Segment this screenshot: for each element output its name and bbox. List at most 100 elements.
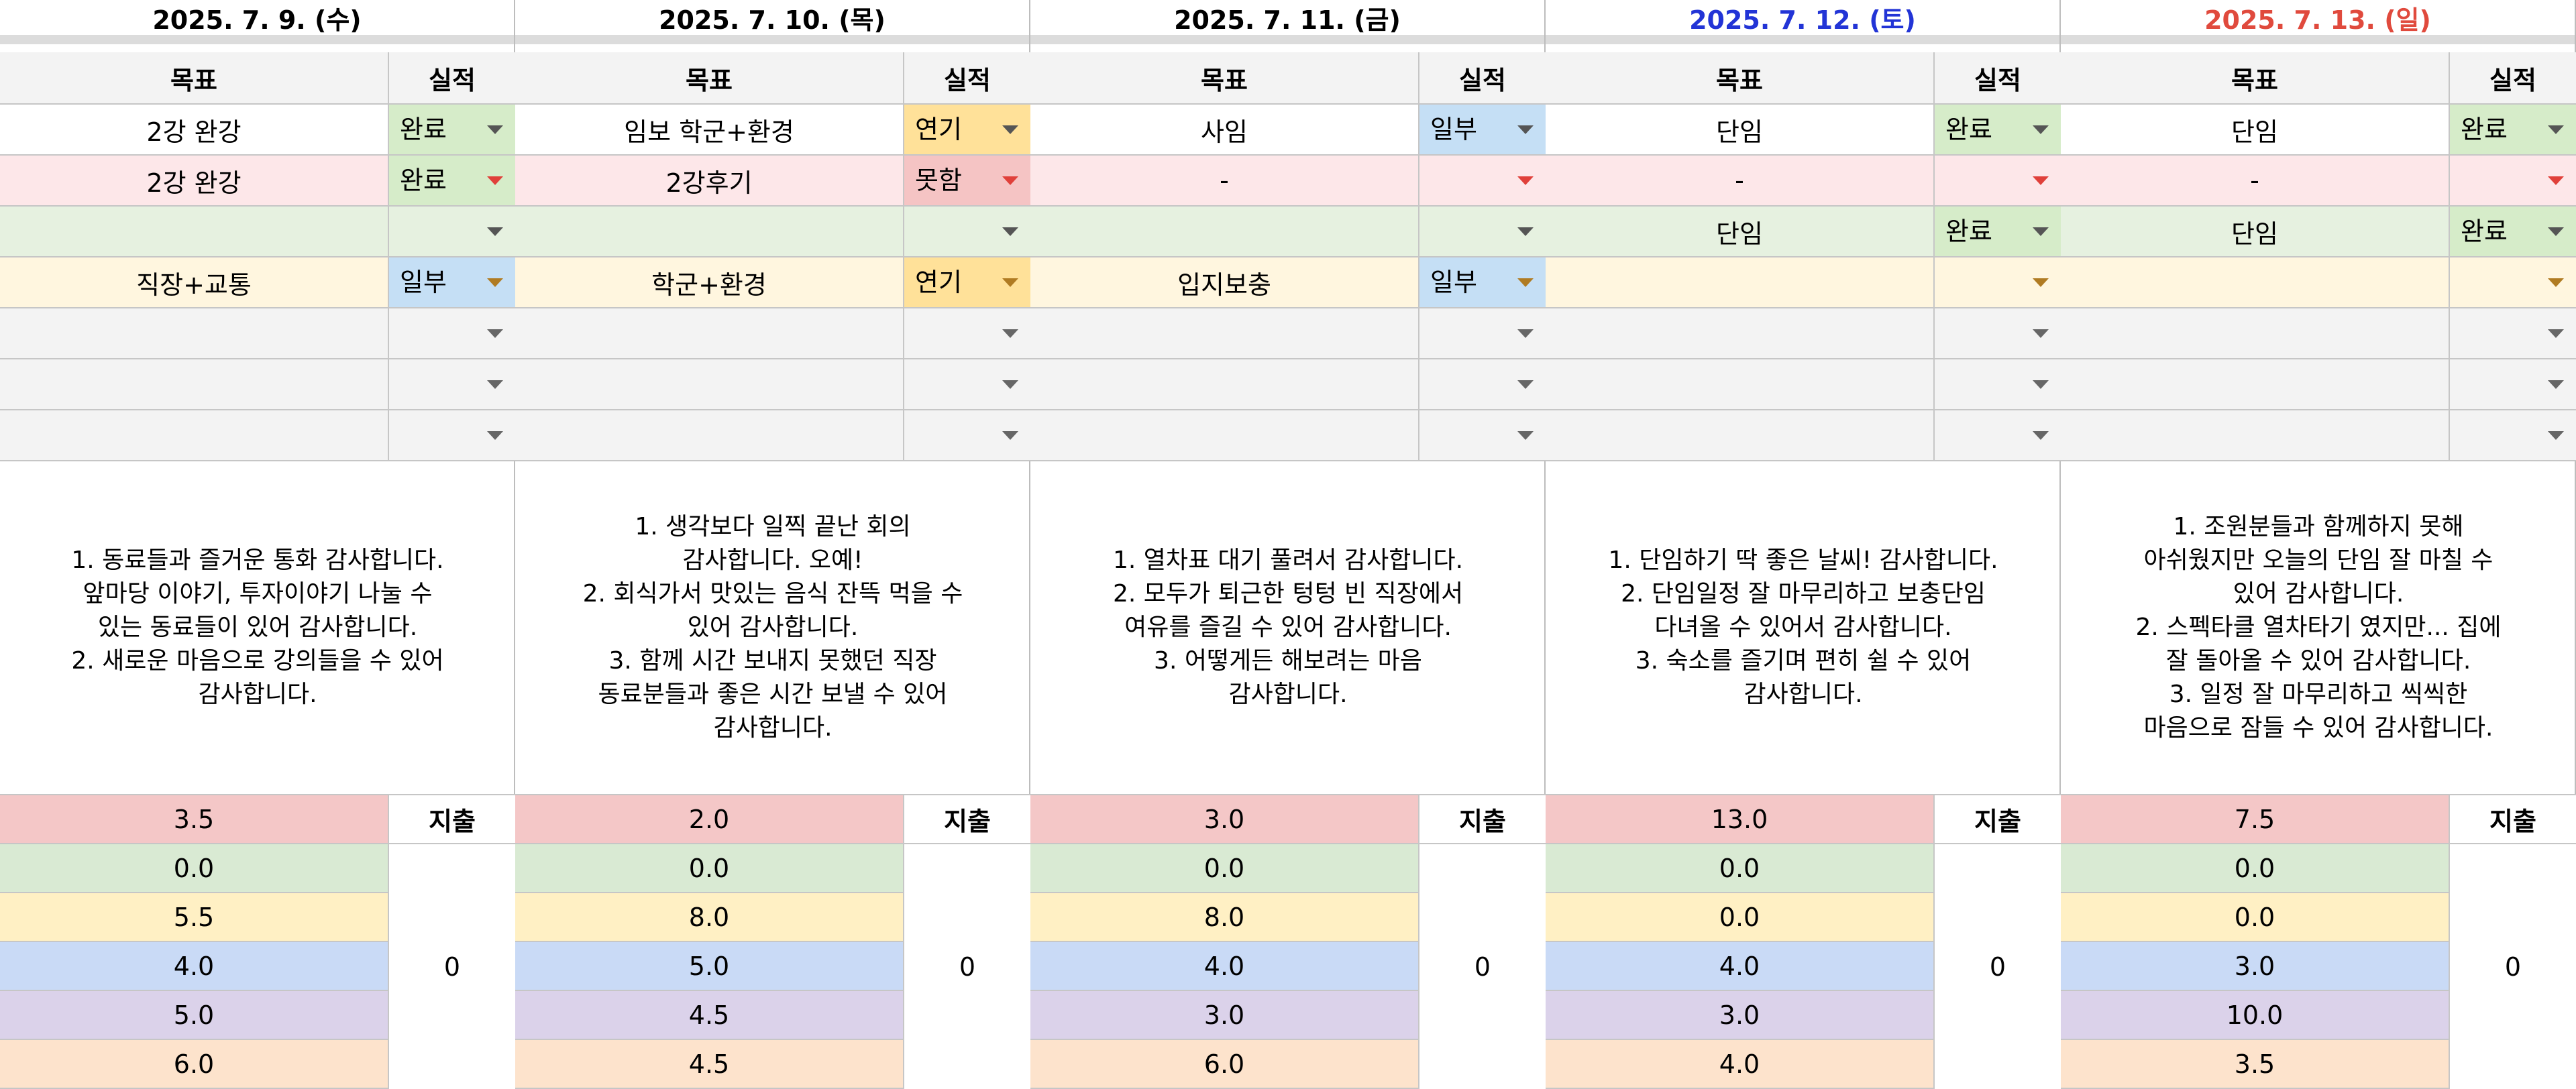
result-dropdown[interactable] bbox=[2450, 156, 2576, 207]
result-dropdown[interactable] bbox=[1935, 156, 2061, 207]
goal-cell[interactable] bbox=[515, 207, 904, 257]
chevron-down-icon[interactable] bbox=[487, 380, 503, 389]
spend-value[interactable]: 0 bbox=[1419, 844, 1546, 1089]
goal-cell[interactable] bbox=[0, 359, 389, 410]
result-dropdown[interactable] bbox=[904, 359, 1030, 410]
spend-value[interactable]: 0 bbox=[904, 844, 1030, 1089]
chevron-down-icon[interactable] bbox=[2548, 176, 2564, 185]
goal-cell[interactable]: 2강 완강 bbox=[0, 156, 389, 207]
chevron-down-icon[interactable] bbox=[487, 176, 503, 185]
chevron-down-icon[interactable] bbox=[1517, 278, 1534, 287]
chevron-down-icon[interactable] bbox=[487, 329, 503, 338]
result-dropdown[interactable] bbox=[904, 207, 1030, 257]
goal-cell[interactable]: 직장+교통 bbox=[0, 257, 389, 308]
goal-cell[interactable]: 사임 bbox=[1030, 105, 1419, 156]
goal-cell[interactable]: 단임 bbox=[2061, 207, 2450, 257]
spend-value[interactable]: 0 bbox=[2450, 844, 2576, 1089]
number-cell[interactable]: 0.0 bbox=[0, 844, 389, 893]
goal-cell[interactable]: - bbox=[1030, 156, 1419, 207]
chevron-down-icon[interactable] bbox=[2548, 431, 2564, 440]
goal-cell[interactable] bbox=[1030, 359, 1419, 410]
goal-cell[interactable] bbox=[2061, 410, 2450, 461]
goal-cell[interactable] bbox=[1030, 207, 1419, 257]
chevron-down-icon[interactable] bbox=[487, 227, 503, 236]
result-dropdown[interactable]: 완료 bbox=[1935, 105, 2061, 156]
result-dropdown[interactable] bbox=[904, 410, 1030, 461]
chevron-down-icon[interactable] bbox=[2033, 431, 2049, 440]
result-dropdown[interactable]: 완료 bbox=[1935, 207, 2061, 257]
chevron-down-icon[interactable] bbox=[2548, 278, 2564, 287]
chevron-down-icon[interactable] bbox=[2548, 380, 2564, 389]
result-dropdown[interactable]: 완료 bbox=[389, 156, 515, 207]
number-cell[interactable]: 0.0 bbox=[2061, 844, 2450, 893]
number-cell[interactable]: 3.5 bbox=[0, 795, 389, 844]
number-cell[interactable]: 7.5 bbox=[2061, 795, 2450, 844]
result-dropdown[interactable]: 일부 bbox=[1419, 257, 1546, 308]
result-dropdown[interactable] bbox=[904, 308, 1030, 359]
number-cell[interactable]: 0.0 bbox=[2061, 893, 2450, 942]
number-cell[interactable]: 4.5 bbox=[515, 1040, 904, 1089]
result-dropdown[interactable]: 못함 bbox=[904, 156, 1030, 207]
number-cell[interactable]: 5.0 bbox=[515, 942, 904, 991]
chevron-down-icon[interactable] bbox=[2548, 125, 2564, 134]
chevron-down-icon[interactable] bbox=[2033, 380, 2049, 389]
goal-cell[interactable]: - bbox=[2061, 156, 2450, 207]
result-dropdown[interactable] bbox=[2450, 257, 2576, 308]
goal-cell[interactable]: 2강 완강 bbox=[0, 105, 389, 156]
result-dropdown[interactable] bbox=[2450, 410, 2576, 461]
number-cell[interactable]: 0.0 bbox=[1030, 844, 1419, 893]
chevron-down-icon[interactable] bbox=[2548, 227, 2564, 236]
number-cell[interactable]: 0.0 bbox=[515, 844, 904, 893]
result-dropdown[interactable] bbox=[1419, 410, 1546, 461]
number-cell[interactable]: 0.0 bbox=[1546, 844, 1935, 893]
goal-cell[interactable]: - bbox=[1546, 156, 1935, 207]
chevron-down-icon[interactable] bbox=[2033, 329, 2049, 338]
goal-cell[interactable] bbox=[0, 207, 389, 257]
number-cell[interactable]: 3.5 bbox=[2061, 1040, 2450, 1089]
chevron-down-icon[interactable] bbox=[487, 278, 503, 287]
result-dropdown[interactable] bbox=[2450, 308, 2576, 359]
chevron-down-icon[interactable] bbox=[1002, 329, 1018, 338]
result-dropdown[interactable]: 연기 bbox=[904, 105, 1030, 156]
number-cell[interactable]: 2.0 bbox=[515, 795, 904, 844]
result-dropdown[interactable] bbox=[2450, 359, 2576, 410]
result-dropdown[interactable] bbox=[1935, 308, 2061, 359]
result-dropdown[interactable]: 완료 bbox=[2450, 105, 2576, 156]
goal-cell[interactable]: 학군+환경 bbox=[515, 257, 904, 308]
number-cell[interactable]: 4.0 bbox=[1546, 1040, 1935, 1089]
number-cell[interactable]: 3.0 bbox=[1030, 991, 1419, 1040]
result-dropdown[interactable] bbox=[1419, 359, 1546, 410]
result-dropdown[interactable] bbox=[389, 308, 515, 359]
goal-cell[interactable] bbox=[515, 410, 904, 461]
number-cell[interactable]: 13.0 bbox=[1546, 795, 1935, 844]
goal-cell[interactable] bbox=[2061, 257, 2450, 308]
goal-cell[interactable] bbox=[1546, 410, 1935, 461]
goal-cell[interactable]: 입지보충 bbox=[1030, 257, 1419, 308]
goal-cell[interactable]: 임보 학군+환경 bbox=[515, 105, 904, 156]
number-cell[interactable]: 4.0 bbox=[0, 942, 389, 991]
goal-cell[interactable] bbox=[1030, 308, 1419, 359]
number-cell[interactable]: 6.0 bbox=[0, 1040, 389, 1089]
goal-cell[interactable] bbox=[1030, 410, 1419, 461]
goal-cell[interactable] bbox=[1546, 257, 1935, 308]
result-dropdown[interactable]: 일부 bbox=[1419, 105, 1546, 156]
result-dropdown[interactable] bbox=[1935, 359, 2061, 410]
goal-cell[interactable] bbox=[2061, 308, 2450, 359]
chevron-down-icon[interactable] bbox=[1002, 431, 1018, 440]
number-cell[interactable]: 3.0 bbox=[2061, 942, 2450, 991]
goal-cell[interactable]: 단임 bbox=[1546, 105, 1935, 156]
result-dropdown[interactable] bbox=[389, 410, 515, 461]
goal-cell[interactable] bbox=[515, 308, 904, 359]
result-dropdown[interactable] bbox=[389, 359, 515, 410]
number-cell[interactable]: 5.0 bbox=[0, 991, 389, 1040]
goal-cell[interactable]: 단임 bbox=[2061, 105, 2450, 156]
chevron-down-icon[interactable] bbox=[2033, 125, 2049, 134]
goal-cell[interactable] bbox=[2061, 359, 2450, 410]
number-cell[interactable]: 5.5 bbox=[0, 893, 389, 942]
result-dropdown[interactable]: 일부 bbox=[389, 257, 515, 308]
goal-cell[interactable]: 2강후기 bbox=[515, 156, 904, 207]
result-dropdown[interactable] bbox=[1419, 207, 1546, 257]
number-cell[interactable]: 10.0 bbox=[2061, 991, 2450, 1040]
result-dropdown[interactable] bbox=[1419, 156, 1546, 207]
result-dropdown[interactable]: 연기 bbox=[904, 257, 1030, 308]
